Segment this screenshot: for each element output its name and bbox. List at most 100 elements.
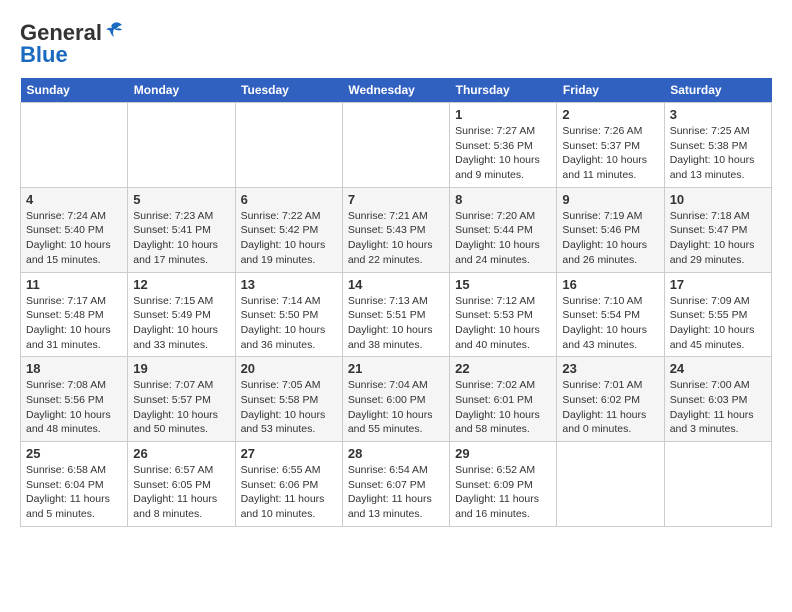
day-info: Sunrise: 6:54 AM Sunset: 6:07 PM Dayligh… [348,463,444,522]
day-number: 26 [133,446,229,461]
calendar-cell [21,103,128,188]
calendar-cell: 23 Sunrise: 7:01 AM Sunset: 6:02 PM Dayli… [557,357,664,442]
day-number: 13 [241,277,337,292]
calendar-cell: 25 Sunrise: 6:58 AM Sunset: 6:04 PM Dayli… [21,442,128,527]
calendar-cell [557,442,664,527]
calendar-cell: 4 Sunrise: 7:24 AM Sunset: 5:40 PM Daylig… [21,187,128,272]
day-info: Sunrise: 7:20 AM Sunset: 5:44 PM Dayligh… [455,209,551,268]
day-number: 22 [455,361,551,376]
calendar-cell: 10 Sunrise: 7:18 AM Sunset: 5:47 PM Dayli… [664,187,771,272]
day-number: 1 [455,107,551,122]
calendar-cell [664,442,771,527]
day-number: 25 [26,446,122,461]
day-info: Sunrise: 7:24 AM Sunset: 5:40 PM Dayligh… [26,209,122,268]
calendar-cell: 7 Sunrise: 7:21 AM Sunset: 5:43 PM Daylig… [342,187,449,272]
calendar-cell: 12 Sunrise: 7:15 AM Sunset: 5:49 PM Dayli… [128,272,235,357]
day-info: Sunrise: 7:27 AM Sunset: 5:36 PM Dayligh… [455,124,551,183]
calendar-cell: 16 Sunrise: 7:10 AM Sunset: 5:54 PM Dayli… [557,272,664,357]
day-number: 9 [562,192,658,207]
day-info: Sunrise: 7:05 AM Sunset: 5:58 PM Dayligh… [241,378,337,437]
weekday-header-sunday: Sunday [21,78,128,103]
calendar-cell: 8 Sunrise: 7:20 AM Sunset: 5:44 PM Daylig… [450,187,557,272]
calendar-cell: 13Sunrise: 7:14 AM Sunset: 5:50 PM Dayli… [235,272,342,357]
day-number: 2 [562,107,658,122]
calendar-cell: 6 Sunrise: 7:22 AM Sunset: 5:42 PM Daylig… [235,187,342,272]
calendar-cell: 24 Sunrise: 7:00 AM Sunset: 6:03 PM Dayli… [664,357,771,442]
day-info: Sunrise: 7:13 AM Sunset: 5:51 PM Dayligh… [348,294,444,353]
calendar-body: 1 Sunrise: 7:27 AM Sunset: 5:36 PM Daylig… [21,103,772,527]
calendar-cell: 17Sunrise: 7:09 AM Sunset: 5:55 PM Dayli… [664,272,771,357]
day-number: 5 [133,192,229,207]
calendar-cell: 26 Sunrise: 6:57 AM Sunset: 6:05 PM Dayli… [128,442,235,527]
day-number: 23 [562,361,658,376]
weekday-header-friday: Friday [557,78,664,103]
day-info: Sunrise: 7:19 AM Sunset: 5:46 PM Dayligh… [562,209,658,268]
calendar-cell: 2Sunrise: 7:26 AM Sunset: 5:37 PM Daylig… [557,103,664,188]
day-info: Sunrise: 7:22 AM Sunset: 5:42 PM Dayligh… [241,209,337,268]
weekday-header-thursday: Thursday [450,78,557,103]
calendar-cell: 3Sunrise: 7:25 AM Sunset: 5:38 PM Daylig… [664,103,771,188]
day-info: Sunrise: 6:57 AM Sunset: 6:05 PM Dayligh… [133,463,229,522]
weekday-header-wednesday: Wednesday [342,78,449,103]
day-number: 12 [133,277,229,292]
calendar-cell: 5 Sunrise: 7:23 AM Sunset: 5:41 PM Daylig… [128,187,235,272]
day-number: 10 [670,192,766,207]
day-info: Sunrise: 7:17 AM Sunset: 5:48 PM Dayligh… [26,294,122,353]
weekday-header-saturday: Saturday [664,78,771,103]
day-number: 6 [241,192,337,207]
calendar-cell: 1 Sunrise: 7:27 AM Sunset: 5:36 PM Daylig… [450,103,557,188]
day-info: Sunrise: 7:21 AM Sunset: 5:43 PM Dayligh… [348,209,444,268]
day-info: Sunrise: 7:04 AM Sunset: 6:00 PM Dayligh… [348,378,444,437]
day-info: Sunrise: 7:07 AM Sunset: 5:57 PM Dayligh… [133,378,229,437]
day-info: Sunrise: 7:10 AM Sunset: 5:54 PM Dayligh… [562,294,658,353]
calendar-cell [235,103,342,188]
calendar-cell: 18Sunrise: 7:08 AM Sunset: 5:56 PM Dayli… [21,357,128,442]
logo: General Blue [20,20,124,68]
calendar-cell: 27 Sunrise: 6:55 AM Sunset: 6:06 PM Dayli… [235,442,342,527]
weekday-header-monday: Monday [128,78,235,103]
day-info: Sunrise: 7:18 AM Sunset: 5:47 PM Dayligh… [670,209,766,268]
day-info: Sunrise: 7:00 AM Sunset: 6:03 PM Dayligh… [670,378,766,437]
day-number: 4 [26,192,122,207]
day-number: 27 [241,446,337,461]
logo-bird-icon [104,21,124,41]
day-number: 7 [348,192,444,207]
day-number: 8 [455,192,551,207]
calendar-cell: 15Sunrise: 7:12 AM Sunset: 5:53 PM Dayli… [450,272,557,357]
day-info: Sunrise: 7:15 AM Sunset: 5:49 PM Dayligh… [133,294,229,353]
weekday-header-tuesday: Tuesday [235,78,342,103]
day-info: Sunrise: 6:58 AM Sunset: 6:04 PM Dayligh… [26,463,122,522]
day-number: 24 [670,361,766,376]
calendar-cell: 20 Sunrise: 7:05 AM Sunset: 5:58 PM Dayli… [235,357,342,442]
day-number: 19 [133,361,229,376]
calendar-cell [128,103,235,188]
day-info: Sunrise: 7:25 AM Sunset: 5:38 PM Dayligh… [670,124,766,183]
day-number: 20 [241,361,337,376]
calendar-cell: 9 Sunrise: 7:19 AM Sunset: 5:46 PM Daylig… [557,187,664,272]
calendar-cell: 11 Sunrise: 7:17 AM Sunset: 5:48 PM Dayli… [21,272,128,357]
calendar-cell: 22 Sunrise: 7:02 AM Sunset: 6:01 PM Dayli… [450,357,557,442]
day-number: 11 [26,277,122,292]
day-number: 14 [348,277,444,292]
day-info: Sunrise: 7:02 AM Sunset: 6:01 PM Dayligh… [455,378,551,437]
calendar-cell [342,103,449,188]
calendar-header: SundayMondayTuesdayWednesdayThursdayFrid… [21,78,772,103]
day-number: 29 [455,446,551,461]
day-info: Sunrise: 7:09 AM Sunset: 5:55 PM Dayligh… [670,294,766,353]
day-number: 15 [455,277,551,292]
calendar-cell: 14 Sunrise: 7:13 AM Sunset: 5:51 PM Dayli… [342,272,449,357]
day-info: Sunrise: 7:01 AM Sunset: 6:02 PM Dayligh… [562,378,658,437]
calendar-cell: 19 Sunrise: 7:07 AM Sunset: 5:57 PM Dayli… [128,357,235,442]
calendar-cell: 29 Sunrise: 6:52 AM Sunset: 6:09 PM Dayli… [450,442,557,527]
page-header: General Blue [20,20,772,68]
day-number: 21 [348,361,444,376]
calendar-cell: 28 Sunrise: 6:54 AM Sunset: 6:07 PM Dayli… [342,442,449,527]
day-info: Sunrise: 6:52 AM Sunset: 6:09 PM Dayligh… [455,463,551,522]
calendar-cell: 21 Sunrise: 7:04 AM Sunset: 6:00 PM Dayli… [342,357,449,442]
day-info: Sunrise: 6:55 AM Sunset: 6:06 PM Dayligh… [241,463,337,522]
calendar-table: SundayMondayTuesdayWednesdayThursdayFrid… [20,78,772,527]
day-number: 16 [562,277,658,292]
day-info: Sunrise: 7:23 AM Sunset: 5:41 PM Dayligh… [133,209,229,268]
day-info: Sunrise: 7:08 AM Sunset: 5:56 PM Dayligh… [26,378,122,437]
day-number: 28 [348,446,444,461]
